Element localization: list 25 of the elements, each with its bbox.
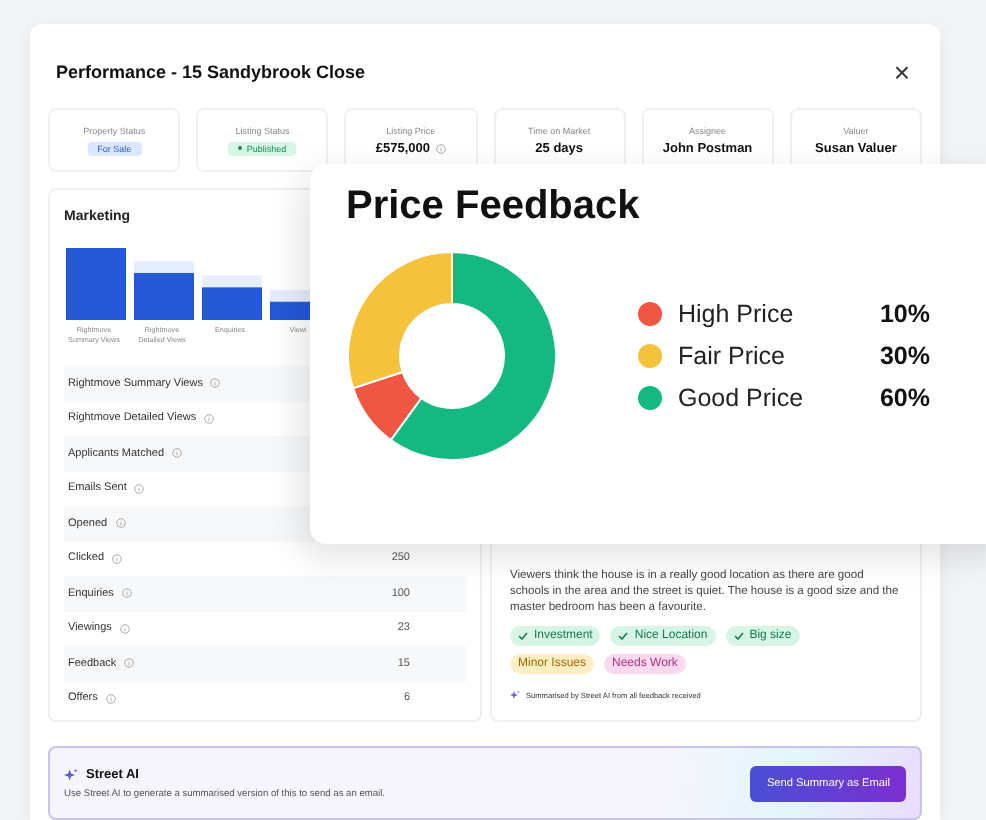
info-icon	[134, 483, 145, 494]
legend-value: 60%	[879, 384, 930, 412]
info-icon	[115, 518, 126, 529]
modal-title: Performance - 15 Sandybrook Close	[56, 62, 366, 82]
info-icon	[105, 693, 116, 704]
legend-label: Good Price	[678, 384, 806, 412]
info-icon	[124, 658, 135, 669]
legend-label: Fair Price	[678, 342, 787, 370]
info-icon	[204, 413, 215, 424]
info-icon	[210, 378, 221, 389]
card-title: Price Feedback	[346, 184, 642, 230]
info-icon	[119, 623, 130, 634]
legend-label: High Price	[678, 300, 796, 328]
sparkle-icon	[510, 690, 520, 701]
check-icon	[518, 632, 528, 641]
info-icon	[121, 588, 132, 599]
legend-value: 10%	[879, 300, 930, 328]
check-icon	[733, 632, 744, 641]
info-icon	[172, 448, 182, 459]
info-icon	[435, 143, 446, 153]
check-icon	[618, 632, 629, 641]
legend-value: 30%	[879, 342, 930, 370]
close-button[interactable]: ×	[885, 58, 918, 86]
sparkle-icon	[64, 767, 78, 781]
info-icon	[112, 553, 123, 564]
